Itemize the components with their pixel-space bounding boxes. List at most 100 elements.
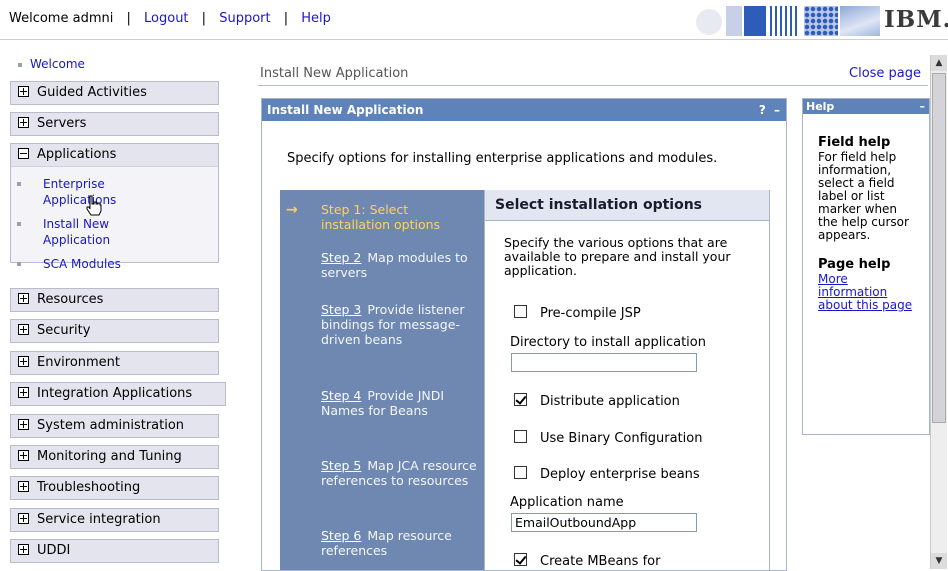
step-6: Step 6 Map resource references [321, 528, 481, 558]
distribute-application-checkbox[interactable] [514, 393, 527, 406]
field-help-title: Field help [818, 135, 891, 150]
checkbox-label: Distribute application [540, 394, 680, 409]
welcome-link[interactable]: Welcome [30, 57, 85, 71]
bullet-icon [17, 222, 21, 226]
left-navigation: Welcome Guided Activities Servers Applic… [10, 53, 228, 563]
expand-icon[interactable] [18, 356, 29, 367]
top-bar: Welcome admni | Logout | Support | Help … [0, 0, 948, 40]
step-3: Step 3 Provide listener bindings for mess… [321, 302, 481, 347]
banner-circle-graphic [696, 9, 722, 35]
precompile-jsp-checkbox[interactable] [514, 305, 527, 318]
bullet-icon [18, 62, 22, 67]
vertical-scrollbar[interactable]: ▲ ▼ [930, 55, 947, 569]
options-description: Specify the various options that are ava… [504, 235, 731, 278]
banner-block-graphic [840, 6, 880, 36]
expand-icon[interactable] [18, 513, 29, 524]
nav-category-system-administration[interactable]: System administration [10, 414, 219, 438]
minimize-icon[interactable]: – [920, 99, 926, 114]
expand-icon[interactable] [18, 293, 29, 304]
step-4: Step 4 Provide JNDI Names for Beans [321, 388, 481, 418]
option-deploy-enterprise-beans[interactable]: Deploy enterprise beans [514, 466, 700, 482]
scroll-down-icon[interactable]: ▼ [931, 553, 947, 569]
category-label: Guided Activities [37, 85, 147, 100]
expand-icon[interactable] [18, 86, 29, 97]
binary-configuration-checkbox[interactable] [514, 430, 527, 443]
options-title: Select installation options [485, 190, 769, 221]
minimize-icon[interactable]: – [774, 99, 780, 121]
option-create-mbeans[interactable]: Create MBeans for [514, 553, 660, 569]
wizard-steps: → Step 1: Select installation options St… [280, 190, 484, 570]
nav-item-install-new-application[interactable]: Install New Application [17, 216, 111, 248]
current-step-arrow-icon: → [286, 202, 298, 218]
ibm-brand-banner: IBM. [690, 3, 948, 36]
nav-category-security[interactable]: Security [10, 319, 219, 343]
step-6-link[interactable]: Step 6 [321, 528, 361, 543]
step-1-current: Step 1: Select installation options [321, 202, 441, 232]
separator: | [283, 11, 289, 26]
category-label: Monitoring and Tuning [37, 449, 182, 464]
step-5-link[interactable]: Step 5 [321, 458, 361, 473]
support-link[interactable]: Support [219, 11, 270, 26]
item-label-line: Install New [43, 217, 110, 231]
category-label: System administration [37, 418, 185, 433]
nav-item-sca-modules[interactable]: SCA Modules [17, 256, 121, 272]
installation-options: Select installation options Specify the … [484, 190, 770, 570]
more-information-link[interactable]: More information about this page [818, 273, 918, 312]
nav-category-resources[interactable]: Resources [10, 288, 219, 312]
category-label: Service integration [37, 512, 161, 527]
scroll-up-icon[interactable]: ▲ [931, 55, 947, 71]
directory-input[interactable] [511, 353, 697, 372]
create-mbeans-checkbox[interactable] [514, 553, 527, 566]
category-label: UDDI [37, 543, 71, 558]
category-label: Resources [37, 292, 104, 307]
option-binary-configuration[interactable]: Use Binary Configuration [514, 430, 703, 446]
divider [258, 85, 928, 86]
bullet-icon [17, 182, 21, 186]
banner-block-graphic [770, 6, 800, 36]
nav-category-integration-applications[interactable]: Integration Applications [10, 382, 226, 406]
expand-icon[interactable] [18, 450, 29, 461]
help-icon[interactable]: ? [759, 99, 766, 121]
ibm-logo: IBM. [884, 3, 948, 36]
nav-item-welcome[interactable]: Welcome [10, 53, 228, 75]
item-label-line: Application [43, 233, 111, 247]
checkbox-label: Create MBeans for [540, 554, 661, 569]
page-title: Install New Application [260, 66, 409, 81]
expand-icon[interactable] [18, 387, 29, 398]
help-body: Field help For field help information, s… [803, 114, 929, 312]
expand-icon[interactable] [18, 481, 29, 492]
option-distribute-application[interactable]: Distribute application [514, 393, 680, 409]
nav-category-monitoring-and-tuning[interactable]: Monitoring and Tuning [10, 445, 219, 469]
application-name-input[interactable]: EmailOutboundApp [511, 513, 697, 532]
nav-category-servers[interactable]: Servers [10, 112, 219, 136]
panel-header: Install New Application ? – [262, 99, 786, 121]
nav-category-uddi[interactable]: UDDI [10, 539, 219, 563]
deploy-beans-checkbox[interactable] [514, 466, 527, 479]
nav-category-troubleshooting[interactable]: Troubleshooting [10, 476, 219, 500]
nav-category-service-integration[interactable]: Service integration [10, 508, 219, 532]
expand-icon[interactable] [18, 117, 29, 128]
category-label: Environment [37, 355, 121, 370]
expand-icon[interactable] [18, 419, 29, 430]
close-page-link[interactable]: Close page [849, 66, 921, 81]
collapse-icon[interactable] [18, 148, 29, 159]
nav-category-applications: Applications Enterprise Applications Ins… [10, 143, 219, 271]
help-panel-header: Help – [803, 99, 929, 114]
step-2-link[interactable]: Step 2 [321, 250, 361, 265]
scrollbar-thumb[interactable] [932, 73, 946, 423]
category-header[interactable]: Applications [11, 144, 218, 167]
panel-controls: ? – [755, 99, 780, 121]
step-4-link[interactable]: Step 4 [321, 388, 361, 403]
nav-category-environment[interactable]: Environment [10, 351, 219, 375]
hand-cursor-icon [86, 195, 102, 216]
bullet-icon [17, 262, 21, 266]
option-precompile-jsp[interactable]: Pre-compile JSP [514, 305, 641, 321]
help-link[interactable]: Help [301, 11, 331, 26]
expand-icon[interactable] [18, 544, 29, 555]
category-label: Servers [37, 116, 87, 131]
directory-label: Directory to install application [510, 335, 706, 350]
logout-link[interactable]: Logout [144, 11, 189, 26]
expand-icon[interactable] [18, 324, 29, 335]
nav-category-guided-activities[interactable]: Guided Activities [10, 81, 219, 105]
step-3-link[interactable]: Step 3 [321, 302, 361, 317]
